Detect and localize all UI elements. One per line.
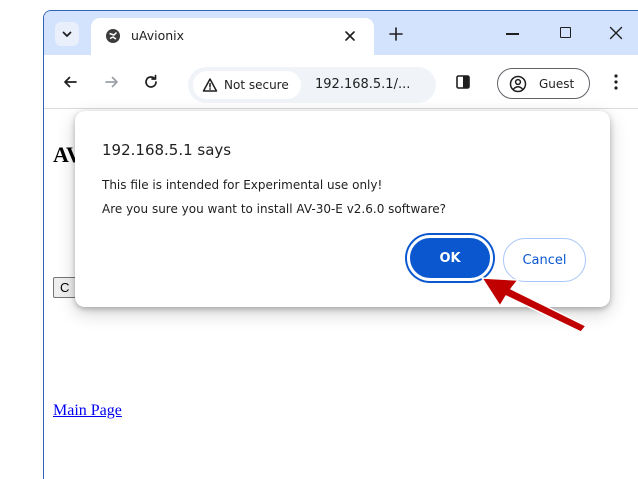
tab-title: uAvionix [131,28,185,43]
reload-icon[interactable] [143,74,159,90]
forward-arrow-icon[interactable] [104,74,120,90]
address-bar[interactable]: Not secure 192.168.5.1/... [188,67,436,103]
main-page-link[interactable]: Main Page [53,402,122,420]
plus-icon[interactable] [389,27,403,41]
url-text: 192.168.5.1/... [315,77,411,92]
security-chip[interactable]: Not secure [193,71,301,99]
dialog-title: 192.168.5.1 says [102,141,232,159]
maximize-icon[interactable] [560,27,571,38]
warning-icon [202,78,218,92]
minimize-icon[interactable] [506,33,519,35]
profile-label: Guest [539,77,575,91]
close-icon[interactable] [343,29,357,43]
back-arrow-icon[interactable] [62,74,78,90]
tab-search-button[interactable] [55,22,79,46]
profile-icon [509,75,527,93]
dialog-message-line-2: Are you sure you want to install AV-30-E… [102,202,447,216]
close-icon[interactable] [609,26,623,40]
favicon-icon [106,29,120,43]
tab-active[interactable]: uAvionix [91,18,374,55]
dialog-message-line-1: This file is intended for Experimental u… [102,178,383,192]
browser-toolbar: Not secure 192.168.5.1/... Guest [44,55,638,109]
side-panel-icon[interactable] [456,75,470,89]
tab-strip: uAvionix [44,11,638,55]
more-vert-icon[interactable] [614,74,618,90]
annotation-arrow-icon [481,277,587,333]
profile-button[interactable]: Guest [497,68,590,99]
chevron-down-icon [62,31,72,37]
security-label: Not secure [224,78,289,92]
